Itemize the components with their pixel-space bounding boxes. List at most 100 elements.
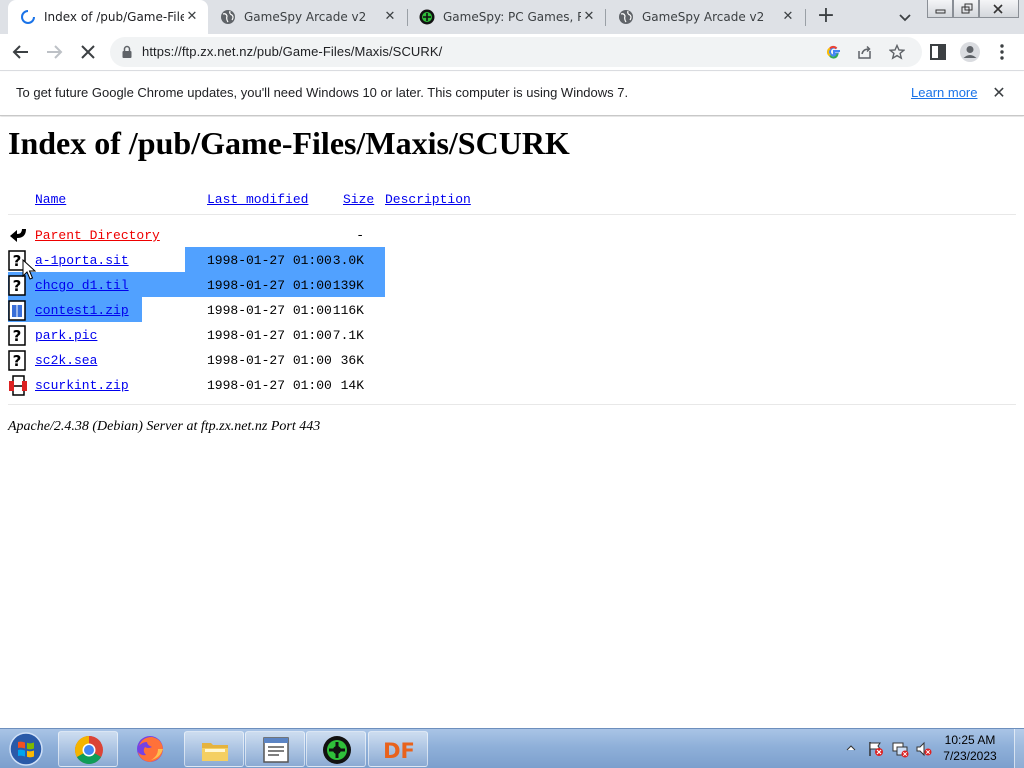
- sort-by-modified-link[interactable]: Last modified: [207, 192, 308, 207]
- profile-avatar-icon[interactable]: [958, 40, 982, 64]
- tab-gamespy-pc-games[interactable]: GameSpy: PC Games, Reviews ✕: [407, 0, 605, 34]
- file-row: ? park.pic 1998-01-27 01:00 7.1K: [0, 325, 1024, 350]
- stop-loading-icon[interactable]: [76, 40, 100, 64]
- system-clock[interactable]: 10:25 AM 7/23/2023: [925, 732, 1015, 764]
- tab-strip: Index of /pub/Game-Files/Maxis/SCURK ✕ G…: [0, 0, 1024, 34]
- action-center-flag-icon[interactable]: [867, 740, 885, 758]
- taskbar-gamespy[interactable]: [306, 731, 366, 767]
- sort-by-name-link[interactable]: Name: [35, 192, 66, 207]
- sort-by-description-link[interactable]: Description: [385, 192, 471, 207]
- show-desktop-button[interactable]: [1014, 729, 1024, 768]
- file-modified: 1998-01-27 01:00: [207, 353, 332, 368]
- back-arrow-icon[interactable]: [9, 40, 33, 64]
- df-app-icon: DF: [383, 739, 415, 763]
- parent-directory-link[interactable]: Parent Directory: [35, 228, 160, 243]
- minimize-button[interactable]: [927, 0, 953, 18]
- info-bar-message: To get future Google Chrome updates, you…: [16, 85, 629, 100]
- file-row: ? sc2k.sea 1998-01-27 01:00 36K: [0, 350, 1024, 375]
- parent-directory-row: Parent Directory -: [0, 225, 1024, 250]
- file-row: contest1.zip 1998-01-27 01:00 116K: [0, 300, 1024, 325]
- taskbar-chrome[interactable]: [58, 731, 118, 767]
- globe-icon: [221, 10, 235, 24]
- file-size: 139K: [332, 278, 364, 293]
- firefox-icon[interactable]: [134, 734, 166, 764]
- file-link[interactable]: chcgo_d1.til: [35, 278, 129, 293]
- file-modified: 1998-01-27 01:00: [207, 303, 332, 318]
- start-orb-icon[interactable]: [4, 730, 48, 768]
- header-divider: [8, 214, 1016, 215]
- back-arrow-folder-icon: [10, 229, 26, 242]
- clock-date: 7/23/2023: [943, 749, 997, 763]
- learn-more-link[interactable]: Learn more: [911, 85, 977, 100]
- taskbar-notepad-window[interactable]: [245, 731, 305, 767]
- tab-title: GameSpy Arcade v2: [642, 10, 765, 24]
- file-size: 7.1K: [332, 328, 364, 343]
- svg-text:?: ?: [13, 327, 22, 345]
- network-icon[interactable]: [891, 740, 909, 758]
- close-window-button[interactable]: [979, 0, 1019, 18]
- file-link[interactable]: park.pic: [35, 328, 97, 343]
- lock-icon[interactable]: [120, 45, 134, 59]
- file-link[interactable]: a-1porta.sit: [35, 253, 129, 268]
- df-app-label: DF: [383, 739, 415, 763]
- tab-separator: [805, 9, 806, 26]
- tab-gamespy-arcade-2[interactable]: GameSpy Arcade v2 ✕: [606, 0, 804, 34]
- svg-text:?: ?: [13, 277, 22, 295]
- tab-title: Index of /pub/Game-Files/Maxis/SCURK: [44, 10, 184, 24]
- file-modified: 1998-01-27 01:00: [207, 328, 332, 343]
- file-link[interactable]: scurkint.zip: [35, 378, 129, 393]
- bookmark-star-icon[interactable]: [889, 44, 905, 60]
- file-modified: 1998-01-27 01:00: [207, 378, 332, 393]
- side-panel-icon[interactable]: [926, 40, 950, 64]
- clock-time: 10:25 AM: [944, 733, 996, 747]
- file-size: 3.0K: [332, 253, 364, 268]
- notepad-window-icon: [263, 737, 289, 763]
- close-tab-icon[interactable]: ✕: [780, 9, 796, 25]
- unknown-file-icon: ?: [8, 350, 26, 371]
- browser-toolbar: https://ftp.zx.net.nz/pub/Game-Files/Max…: [0, 34, 1024, 71]
- gamespy-icon: [323, 736, 351, 764]
- file-size: -: [356, 228, 364, 243]
- close-tab-icon[interactable]: ✕: [382, 9, 398, 25]
- compressed-file-icon: [8, 300, 26, 321]
- share-icon[interactable]: [857, 44, 873, 60]
- taskbar-file-explorer[interactable]: [184, 731, 244, 767]
- windows-taskbar: DF 10:25 AM 7/23/2023: [0, 728, 1024, 768]
- file-link[interactable]: contest1.zip: [35, 303, 129, 318]
- restore-button[interactable]: [953, 0, 979, 18]
- new-tab-button[interactable]: +: [814, 5, 838, 29]
- footer-divider: [8, 404, 1016, 405]
- gamespy-logo-icon: [419, 9, 435, 25]
- close-tab-icon[interactable]: ✕: [184, 9, 200, 25]
- close-tab-icon[interactable]: ✕: [581, 9, 597, 25]
- address-bar[interactable]: https://ftp.zx.net.nz/pub/Game-Files/Max…: [110, 37, 922, 67]
- compressed-file-icon: [9, 375, 27, 396]
- url-text[interactable]: https://ftp.zx.net.nz/pub/Game-Files/Max…: [142, 44, 442, 59]
- taskbar-df-app[interactable]: DF: [368, 731, 428, 767]
- file-row: ? chcgo_d1.til 1998-01-27 01:00 139K: [0, 275, 1024, 300]
- minimize-icon: [935, 9, 946, 14]
- google-lens-icon[interactable]: [826, 44, 842, 60]
- tab-title: GameSpy: PC Games, Reviews: [443, 10, 581, 24]
- chrome-icon: [75, 736, 103, 764]
- tab-gamespy-arcade-1[interactable]: GameSpy Arcade v2 ✕: [208, 0, 406, 34]
- tab-search-chevron-icon[interactable]: [895, 7, 915, 27]
- page-content: Index of /pub/Game-Files/Maxis/SCURK Nam…: [0, 117, 1024, 728]
- server-signature: Apache/2.4.38 (Debian) Server at ftp.zx.…: [8, 419, 321, 434]
- file-modified: 1998-01-27 01:00: [207, 278, 332, 293]
- unknown-file-icon: ?: [8, 325, 26, 346]
- sort-by-size-link[interactable]: Size: [343, 192, 374, 207]
- menu-kebab-icon[interactable]: [990, 40, 1014, 64]
- forward-arrow-icon[interactable]: [42, 40, 66, 64]
- mouse-pointer-icon: [22, 259, 36, 280]
- globe-icon: [619, 10, 633, 24]
- page-title: Index of /pub/Game-Files/Maxis/SCURK: [8, 125, 570, 161]
- svg-text:?: ?: [13, 352, 22, 370]
- svg-text:?: ?: [13, 252, 22, 270]
- close-info-bar-icon[interactable]: ✕: [990, 84, 1008, 102]
- file-modified: 1998-01-27 01:00: [207, 253, 332, 268]
- close-window-icon: [993, 4, 1003, 14]
- show-hidden-icons-chevron-icon[interactable]: [846, 743, 856, 753]
- tab-index-scurk[interactable]: Index of /pub/Game-Files/Maxis/SCURK ✕: [8, 0, 208, 34]
- file-link[interactable]: sc2k.sea: [35, 353, 97, 368]
